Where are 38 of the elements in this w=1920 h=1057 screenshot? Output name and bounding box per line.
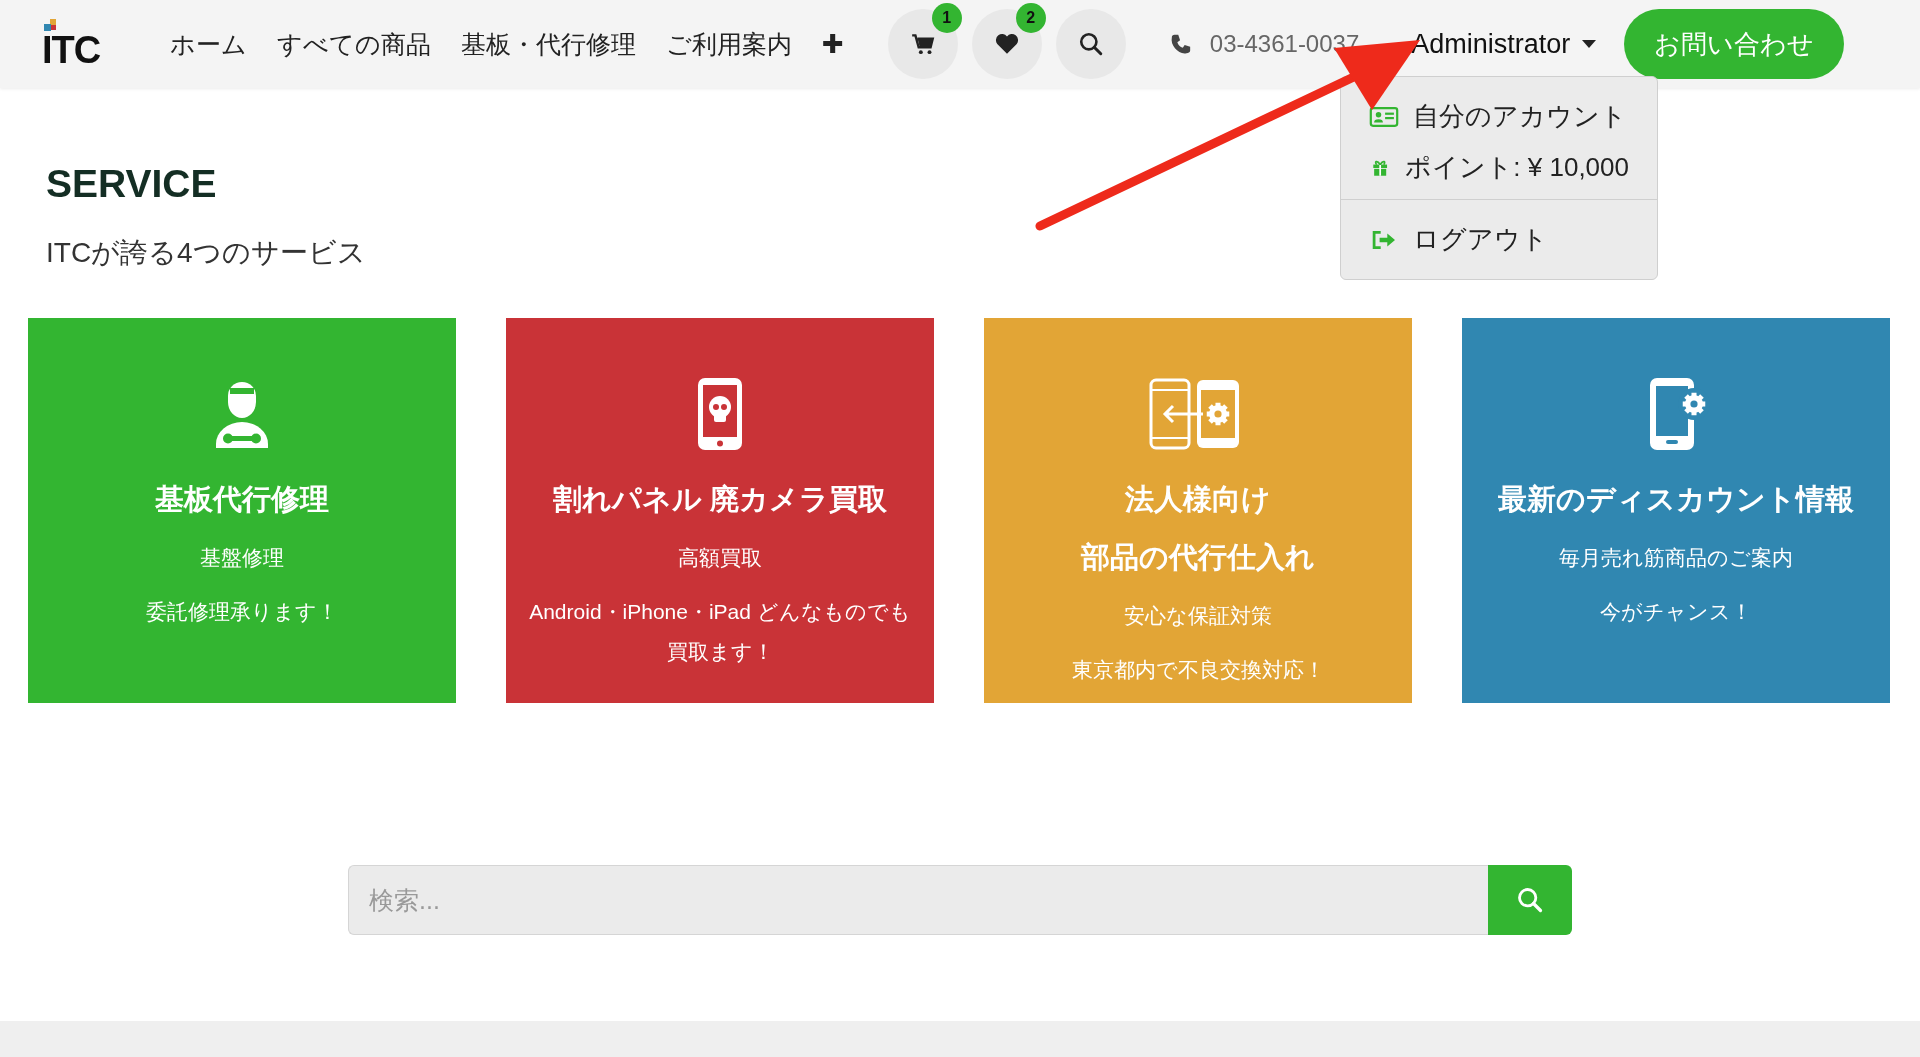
card-text: 委託修理承ります！ xyxy=(146,599,338,625)
phone-icon xyxy=(1169,33,1192,55)
user-menu-toggle[interactable]: Administrator xyxy=(1411,28,1597,60)
card-title: 部品の代行仕入れ xyxy=(1081,540,1315,575)
logo-mark-icon xyxy=(44,19,58,31)
nav-link[interactable]: 基板・代行修理 xyxy=(461,27,636,61)
search-field[interactable]: 検索... xyxy=(348,865,1488,935)
phone-number: 03-4361-0037 xyxy=(1209,30,1360,58)
card-title: 法人様向け xyxy=(1124,482,1272,517)
menu-item[interactable]: ポイント: ¥ 10,000 xyxy=(1341,142,1657,193)
nav-link[interactable]: すべての商品 xyxy=(277,27,431,61)
card-text: 高額買取 xyxy=(677,545,763,571)
service-card[interactable]: 割れパネル 廃カメラ買取 高額買取 Android・iPhone・iPad どんなものでも買取ます！ xyxy=(506,318,934,703)
nav-link[interactable]: ホーム xyxy=(170,27,247,61)
card-text: 安心な保証対策 xyxy=(1123,603,1273,629)
nav-link[interactable]: ご利用案内 xyxy=(666,27,792,61)
cart-icon xyxy=(909,31,936,57)
search-icon xyxy=(1516,886,1544,914)
section-subtitle: ITCが誇る4つのサービス xyxy=(46,236,366,270)
section-heading: SERVICE xyxy=(46,162,217,206)
card-text: 基盤修理 xyxy=(199,545,285,571)
card-text: 毎月売れ筋商品のご案内 xyxy=(1559,545,1793,571)
service-card[interactable]: 最新のディスカウント情報 毎月売れ筋商品のご案内 今がチャンス！ xyxy=(1462,318,1890,703)
menu-item[interactable]: ログアウト xyxy=(1341,214,1657,265)
search-icon xyxy=(1077,31,1104,57)
card-title: 最新のディスカウント情報 xyxy=(1498,482,1854,517)
card-text: Android・iPhone・iPad どんなものでも買取ます！ xyxy=(528,599,912,665)
card-title: 割れパネル 廃カメラ買取 xyxy=(552,482,888,517)
card-title: 基板代行修理 xyxy=(155,482,329,517)
id-card-icon xyxy=(1369,105,1399,128)
menu-item[interactable]: 自分のアカウント xyxy=(1341,91,1657,142)
logo[interactable]: ITC xyxy=(42,31,112,69)
card-text: 今がチャンス！ xyxy=(1599,599,1753,625)
card-text: 東京都内で不良交換対応！ xyxy=(1071,657,1325,683)
count-badge: 1 xyxy=(931,3,962,33)
caret-icon xyxy=(1582,39,1597,49)
count-badge: 2 xyxy=(1015,3,1046,33)
nav-link[interactable]: ✚ xyxy=(822,28,844,60)
